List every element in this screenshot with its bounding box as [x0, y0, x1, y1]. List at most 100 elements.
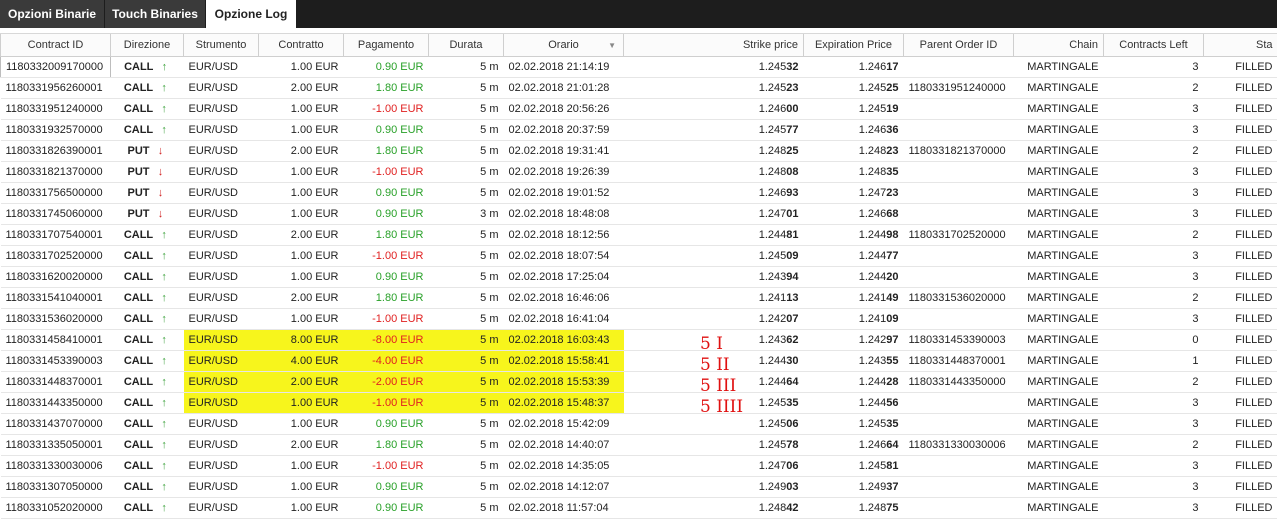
- col-header-durata[interactable]: Durata: [428, 33, 504, 57]
- cell-contratto: 1.00 EUR: [258, 497, 344, 519]
- cell-contratto: 4.00 EUR: [258, 350, 344, 372]
- col-header-contratto[interactable]: Contratto: [258, 33, 344, 57]
- cell-pagamento: -1.00 EUR: [343, 392, 429, 414]
- cell-durata: 3 m: [428, 203, 504, 225]
- col-header-parent-order-id[interactable]: Parent Order ID: [903, 33, 1014, 57]
- cell-orario: 02.02.2018 18:48:08: [503, 203, 624, 225]
- cell-status: FILLED: [1203, 350, 1277, 372]
- cell-chain: MARTINGALE: [1013, 350, 1104, 372]
- table-row[interactable]: 1180331756500000 PUT ↓ EUR/USD 1.00 EUR 0.90 …: [0, 182, 1277, 204]
- table-row[interactable]: 1180331448370001 CALL ↑ EUR/USD 2.00 EUR -2.0…: [0, 371, 1277, 393]
- arrow-down-icon: ↓: [157, 208, 164, 220]
- table-row[interactable]: 1180331458410001 CALL ↑ EUR/USD 8.00 EUR -8.0…: [0, 329, 1277, 351]
- col-header-contract-id[interactable]: Contract ID: [0, 33, 111, 57]
- table-row[interactable]: 1180331335050001 CALL ↑ EUR/USD 2.00 EUR 1.80…: [0, 434, 1277, 456]
- cell-contratto: 1.00 EUR: [258, 413, 344, 435]
- cell-contracts-left: 3: [1103, 413, 1204, 435]
- col-header-orario[interactable]: Orario ▼: [503, 33, 624, 57]
- table-row[interactable]: 1180331307050000 CALL ↑ EUR/USD 1.00 EUR 0.90…: [0, 476, 1277, 498]
- expiration-price-prefix: 1.246: [858, 61, 887, 73]
- table-row[interactable]: 1180331536020000 CALL ↑ EUR/USD 1.00 EUR -1.0…: [0, 308, 1277, 330]
- cell-strumento: EUR/USD: [183, 497, 259, 519]
- col-header-pagamento[interactable]: Pagamento: [343, 33, 429, 57]
- table-row[interactable]: 1180331620020000 CALL ↑ EUR/USD 1.00 EUR 0.90…: [0, 266, 1277, 288]
- cell-durata: 5 m: [428, 434, 504, 456]
- cell-parent-order-id: 1180331536020000: [903, 287, 1014, 309]
- expiration-price-prefix: 1.248: [858, 502, 887, 514]
- expiration-price-prefix: 1.248: [858, 145, 887, 157]
- table-row[interactable]: 1180332009170000 CALL ↑ EUR/USD 1.00 EUR 0.90…: [0, 56, 1277, 78]
- table-row[interactable]: 1180331443350000 CALL ↑ EUR/USD 1.00 EUR -1.0…: [0, 392, 1277, 414]
- arrow-down-icon: ↓: [157, 187, 164, 199]
- table-row[interactable]: 1180331052020000 CALL ↑ EUR/USD 1.00 EUR 0.90…: [0, 497, 1277, 519]
- cell-status: FILLED: [1203, 119, 1277, 141]
- cell-chain: MARTINGALE: [1013, 476, 1104, 498]
- col-header-contracts-left[interactable]: Contracts Left: [1103, 33, 1204, 57]
- table-row[interactable]: 1180331541040001 CALL ↑ EUR/USD 2.00 EUR 1.80…: [0, 287, 1277, 309]
- cell-chain: MARTINGALE: [1013, 455, 1104, 477]
- cell-status: FILLED: [1203, 56, 1277, 78]
- cell-contract-id: 1180331453390003: [0, 350, 111, 372]
- cell-strumento: EUR/USD: [183, 308, 259, 330]
- strike-price-prefix: 1.245: [758, 397, 787, 409]
- expiration-price-prefix: 1.249: [858, 481, 887, 493]
- cell-durata: 5 m: [428, 287, 504, 309]
- cell-durata: 5 m: [428, 98, 504, 120]
- strike-price-prefix: 1.241: [758, 292, 787, 304]
- cell-strumento: EUR/USD: [183, 392, 259, 414]
- table-row[interactable]: 1180331745060000 PUT ↓ EUR/USD 1.00 EUR 0.90 …: [0, 203, 1277, 225]
- cell-contracts-left: 1: [1103, 350, 1204, 372]
- cell-pagamento: 1.80 EUR: [343, 434, 429, 456]
- col-header-chain[interactable]: Chain: [1013, 33, 1104, 57]
- cell-chain: MARTINGALE: [1013, 245, 1104, 267]
- table-row[interactable]: 1180331826390001 PUT ↓ EUR/USD 2.00 EUR 1.80 …: [0, 140, 1277, 162]
- cell-strike-price: 1.24532: [623, 56, 804, 78]
- col-header-strumento[interactable]: Strumento: [183, 33, 259, 57]
- arrow-up-icon: ↑: [161, 292, 167, 304]
- expiration-price-prefix: 1.243: [858, 355, 887, 367]
- cell-status: FILLED: [1203, 455, 1277, 477]
- col-header-strike-price[interactable]: Strike price: [623, 33, 804, 57]
- cell-direzione: CALL ↑: [110, 77, 184, 99]
- arrow-up-icon: ↑: [161, 61, 168, 73]
- sort-desc-icon[interactable]: ▼: [608, 41, 616, 50]
- cell-contract-id: 1180331707540001: [0, 224, 111, 246]
- strike-price-prefix: 1.243: [758, 271, 787, 283]
- cell-chain: MARTINGALE: [1013, 140, 1104, 162]
- cell-chain: MARTINGALE: [1013, 308, 1104, 330]
- expiration-price-pips: 23: [886, 187, 899, 199]
- cell-chain: MARTINGALE: [1013, 98, 1104, 120]
- col-header-direzione[interactable]: Direzione: [110, 33, 184, 57]
- table-row[interactable]: 1180331437070000 CALL ↑ EUR/USD 1.00 EUR 0.90…: [0, 413, 1277, 435]
- table-row[interactable]: 1180331453390003 CALL ↑ EUR/USD 4.00 EUR -4.0…: [0, 350, 1277, 372]
- table-row[interactable]: 1180331821370000 PUT ↓ EUR/USD 1.00 EUR -1.00…: [0, 161, 1277, 183]
- strike-price-pips: 93: [786, 187, 799, 199]
- cell-orario: 02.02.2018 16:46:06: [503, 287, 624, 309]
- table-row[interactable]: 1180331330030006 CALL ↑ EUR/USD 1.00 EUR -1.0…: [0, 455, 1277, 477]
- cell-status: FILLED: [1203, 413, 1277, 435]
- cell-parent-order-id: [903, 455, 1014, 477]
- handwritten-note: 5 I: [700, 334, 723, 354]
- cell-strike-price: 1.24600: [623, 98, 804, 120]
- cell-orario: 02.02.2018 11:57:04: [503, 497, 624, 519]
- cell-durata: 5 m: [428, 329, 504, 351]
- table-row[interactable]: 1180331956260001 CALL ↑ EUR/USD 2.00 EUR 1.80…: [0, 77, 1277, 99]
- tab-touch-binaries[interactable]: Touch Binaries: [105, 0, 205, 28]
- table-row[interactable]: 1180331702520000 CALL ↑ EUR/USD 1.00 EUR -1.0…: [0, 245, 1277, 267]
- tab-opzione-log[interactable]: Opzione Log: [206, 0, 296, 28]
- table-row[interactable]: 1180331932570000 CALL ↑ EUR/USD 1.00 EUR 0.90…: [0, 119, 1277, 141]
- strike-price-pips: 00: [786, 103, 799, 115]
- cell-contracts-left: 2: [1103, 140, 1204, 162]
- table-row[interactable]: 1180331951240000 CALL ↑ EUR/USD 1.00 EUR -1.0…: [0, 98, 1277, 120]
- cell-contratto: 1.00 EUR: [258, 119, 344, 141]
- table-row[interactable]: 1180331707540001 CALL ↑ EUR/USD 2.00 EUR 1.80…: [0, 224, 1277, 246]
- cell-orario: 02.02.2018 18:07:54: [503, 245, 624, 267]
- col-header-expiration-price[interactable]: Expiration Price: [803, 33, 904, 57]
- arrow-up-icon: ↑: [161, 481, 167, 493]
- cell-chain: MARTINGALE: [1013, 329, 1104, 351]
- tab-opzioni-binarie[interactable]: Opzioni Binarie: [0, 0, 104, 28]
- col-header-status[interactable]: Sta: [1203, 33, 1277, 57]
- cell-durata: 5 m: [428, 350, 504, 372]
- cell-parent-order-id: [903, 203, 1014, 225]
- cell-strike-price: 1.24394: [623, 266, 804, 288]
